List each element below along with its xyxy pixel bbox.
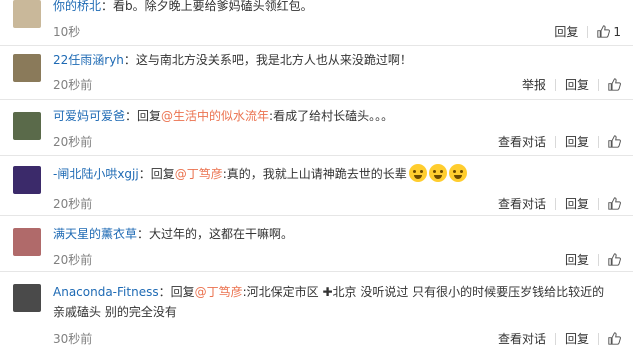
comment-item: 满天星的薰衣草：大过年的，这都在干嘛啊。 20秒前 回复 xyxy=(0,216,633,272)
avatar[interactable] xyxy=(13,284,41,312)
comment-time: 30秒前 xyxy=(53,332,93,346)
comment-content: -闸北陆小哄xgjj：回复@丁笃彦:真的，我就上山请神跪去世的长辈 xyxy=(53,164,621,184)
comment-actions: 回复 xyxy=(565,251,621,268)
view-conversation-button[interactable]: 查看对话 xyxy=(498,195,546,212)
comment-content: 满天星的薰衣草：大过年的，这都在干嘛啊。 xyxy=(53,224,621,244)
comment-item: 可爱妈可爱爸：回复@生活中的似水流年:看成了给村长磕头。。。 20秒前 查看对话… xyxy=(0,100,633,156)
mention-link[interactable]: @生活中的似水流年 xyxy=(161,109,269,123)
reply-button[interactable]: 回复 xyxy=(554,23,578,40)
crying-emoji-icon xyxy=(448,164,467,182)
comment-text: ：回复 xyxy=(138,167,175,181)
divider xyxy=(554,197,556,210)
avatar[interactable] xyxy=(13,112,41,140)
avatar[interactable] xyxy=(13,166,41,194)
divider xyxy=(554,135,556,148)
thumbs-up-icon xyxy=(597,25,611,38)
divider xyxy=(554,78,556,91)
reply-button[interactable]: 回复 xyxy=(565,76,589,93)
reply-button[interactable]: 回复 xyxy=(565,195,589,212)
thumbs-up-icon[interactable] xyxy=(608,78,621,91)
comment-actions: 查看对话 回复 xyxy=(498,195,621,212)
reply-button[interactable]: 回复 xyxy=(565,330,589,347)
divider xyxy=(598,135,599,148)
divider xyxy=(598,197,599,210)
comment-username[interactable]: Anaconda-Fitness xyxy=(53,285,159,299)
view-conversation-button[interactable]: 查看对话 xyxy=(498,133,546,150)
thumbs-up-icon[interactable] xyxy=(608,253,621,266)
reply-button[interactable]: 回复 xyxy=(565,251,589,268)
report-button[interactable]: 举报 xyxy=(522,76,546,93)
divider xyxy=(598,253,599,266)
comment-item: Anaconda-Fitness：回复@丁笃彦:河北保定市区 ✚北京 没听说过 … xyxy=(0,272,633,355)
avatar[interactable] xyxy=(13,0,41,28)
view-conversation-button[interactable]: 查看对话 xyxy=(498,330,546,347)
comment-actions: 查看对话 回复 xyxy=(498,133,621,150)
comment-text: ：回复 xyxy=(125,109,162,123)
comment-item: -闸北陆小哄xgjj：回复@丁笃彦:真的，我就上山请神跪去世的长辈 20秒前 查… xyxy=(0,156,633,216)
crying-emoji-icon xyxy=(428,164,447,182)
avatar[interactable] xyxy=(13,54,41,82)
comment-content: Anaconda-Fitness：回复@丁笃彦:河北保定市区 ✚北京 没听说过 … xyxy=(53,282,613,322)
comment-username[interactable]: -闸北陆小哄xgjj xyxy=(53,167,139,181)
comment-item: 22任雨涵ryh：这与南北方没关系吧，我是北方人也从来没跪过啊！ 20秒前 举报… xyxy=(0,46,633,100)
like-count: 1 xyxy=(613,24,621,39)
comment-time: 20秒前 xyxy=(53,78,93,92)
thumbs-up-icon[interactable] xyxy=(608,197,621,210)
divider xyxy=(554,332,556,345)
comment-username[interactable]: 22任雨涵ryh xyxy=(53,53,124,67)
mention-link[interactable]: @丁笃彦 xyxy=(195,285,243,299)
comment-text: ：大过年的，这都在干嘛啊。 xyxy=(137,227,294,241)
like-button[interactable]: 1 xyxy=(597,25,621,39)
comment-username[interactable]: 你的桥北 xyxy=(53,0,101,13)
plus-icon: ✚ xyxy=(322,285,333,299)
comment-time: 20秒前 xyxy=(53,197,93,211)
thumbs-up-icon[interactable] xyxy=(608,135,621,148)
comment-time: 20秒前 xyxy=(53,135,93,149)
comment-time: 20秒前 xyxy=(53,253,93,267)
comment-text: ：看b。除夕晚上要给爹妈磕头领红包。 xyxy=(101,0,313,13)
comment-text: ：回复 xyxy=(158,285,195,299)
comment-actions: 举报 回复 xyxy=(522,76,621,93)
reply-button[interactable]: 回复 xyxy=(565,133,589,150)
thumbs-up-icon[interactable] xyxy=(608,332,621,345)
comment-list: 你的桥北：看b。除夕晚上要给爹妈磕头领红包。 10秒 回复 1 22任雨涵ryh… xyxy=(0,0,633,355)
crying-emoji-icon xyxy=(408,164,427,182)
comment-text: :真的，我就上山请神跪去世的长辈 xyxy=(222,167,407,181)
divider xyxy=(587,25,589,38)
avatar[interactable] xyxy=(13,228,41,256)
comment-content: 可爱妈可爱爸：回复@生活中的似水流年:看成了给村长磕头。。。 xyxy=(53,106,621,126)
mention-link[interactable]: @丁笃彦 xyxy=(175,167,223,181)
divider xyxy=(598,332,599,345)
comment-content: 22任雨涵ryh：这与南北方没关系吧，我是北方人也从来没跪过啊！ xyxy=(53,50,621,70)
comment-text: ：这与南北方没关系吧，我是北方人也从来没跪过啊！ xyxy=(123,53,412,67)
comment-text: :看成了给村长磕头。。。 xyxy=(269,109,394,123)
comment-item: 你的桥北：看b。除夕晚上要给爹妈磕头领红包。 10秒 回复 1 xyxy=(0,0,633,46)
divider xyxy=(598,78,599,91)
comment-actions: 查看对话 回复 xyxy=(498,330,621,347)
comment-username[interactable]: 满天星的薰衣草 xyxy=(53,227,137,241)
comment-text: :河北保定市区 xyxy=(242,285,319,299)
comment-actions: 回复 1 xyxy=(554,23,621,40)
comment-content: 你的桥北：看b。除夕晚上要给爹妈磕头领红包。 xyxy=(53,0,621,16)
comment-username[interactable]: 可爱妈可爱爸 xyxy=(53,109,125,123)
comment-time: 10秒 xyxy=(53,25,81,39)
